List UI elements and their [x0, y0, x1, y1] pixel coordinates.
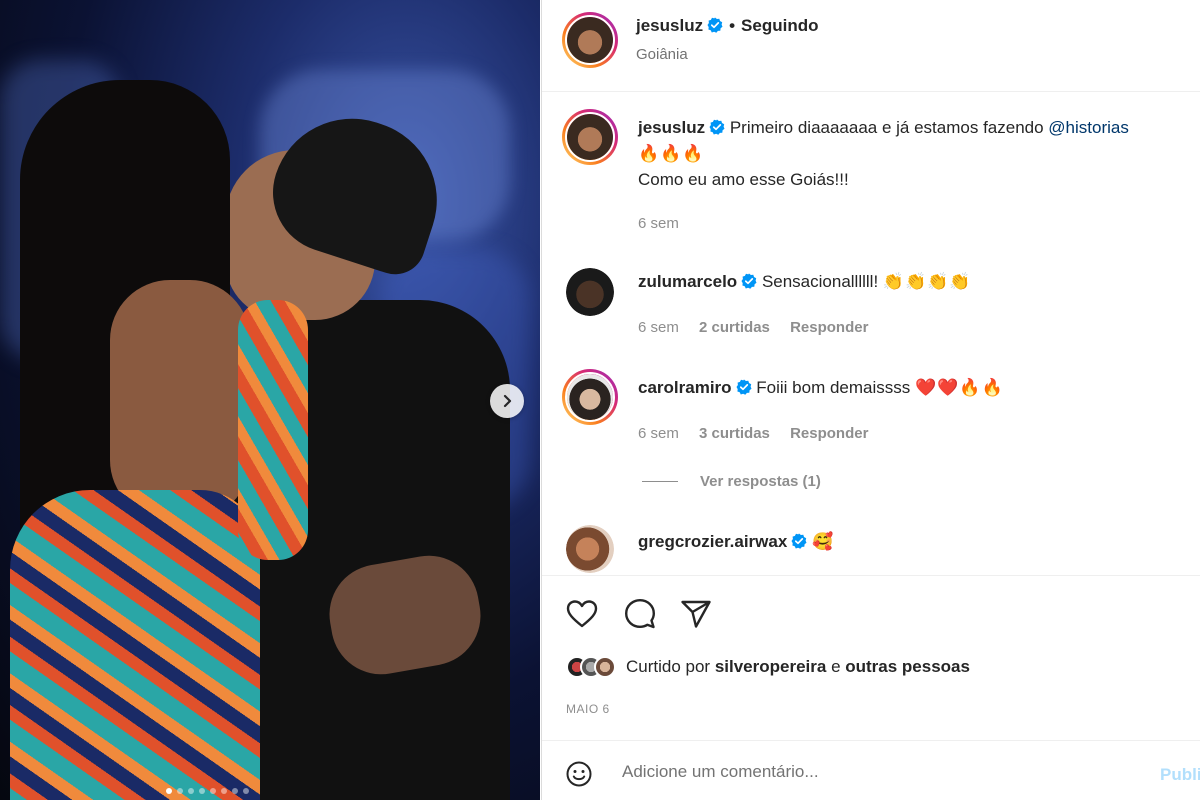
carousel-dot [188, 788, 194, 794]
view-replies-label: Ver respostas (1) [700, 473, 821, 490]
caption-time[interactable]: 6 sem [638, 215, 679, 232]
avatar-image [567, 114, 613, 160]
caption-meta: 6 sem [638, 215, 695, 232]
comment-username[interactable]: zulumarcelo [638, 272, 737, 291]
comment-time[interactable]: 6 sem [638, 425, 679, 442]
liked-by-others[interactable]: outras pessoas [845, 657, 970, 676]
liked-by-summary[interactable]: Curtido por silveropereira e outras pess… [566, 656, 970, 678]
commenter-avatar[interactable] [566, 525, 614, 573]
post-actions: Curtido por silveropereira e outras pess… [542, 575, 1200, 740]
caption-username[interactable]: jesusluz [638, 118, 705, 137]
comment-username[interactable]: carolramiro [638, 378, 732, 397]
share-button[interactable] [678, 596, 714, 632]
author-avatar[interactable] [562, 12, 618, 68]
commenter-avatar[interactable] [562, 369, 618, 425]
verified-badge-icon [736, 379, 752, 395]
post-location[interactable]: Goiânia [636, 46, 688, 63]
caption-line-1: jesusluz Primeiro diaaaaaaa e já estamos… [638, 115, 1129, 141]
comment-input[interactable] [622, 759, 1142, 785]
carousel-next-button[interactable] [490, 384, 524, 418]
comment-meta: 6 sem 3 curtidas Responder [638, 425, 884, 442]
verified-badge-icon [707, 17, 723, 33]
commenter-avatar[interactable] [566, 268, 614, 316]
replies-line [642, 481, 678, 482]
verified-badge-icon [791, 533, 807, 549]
comment-meta: 6 sem 2 curtidas Responder [638, 319, 884, 336]
carousel-dot [177, 788, 183, 794]
post-panel: jesusluz • Seguindo Goiânia jesusluz Prime… [541, 0, 1200, 800]
like-button[interactable] [564, 596, 600, 632]
liked-by-user[interactable]: silveropereira [715, 657, 827, 676]
photo-figure-dress [10, 490, 260, 800]
avatar-image [566, 268, 614, 316]
carousel-dot [243, 788, 249, 794]
avatar-image [567, 17, 613, 63]
comment-likes[interactable]: 3 curtidas [699, 425, 770, 442]
comment-text: Foiii bom demaissss [756, 378, 915, 397]
reply-button[interactable]: Responder [790, 425, 868, 442]
comment-emojis: 👏👏👏👏 [882, 272, 972, 291]
author-username[interactable]: jesusluz [636, 16, 703, 35]
caption-line-2: Como eu amo esse Goiás!!! [638, 170, 849, 189]
photo-figure-woman [110, 280, 250, 520]
comment-likes[interactable]: 2 curtidas [699, 319, 770, 336]
comment-button[interactable] [622, 596, 658, 632]
header-user-line: jesusluz • Seguindo [636, 16, 819, 36]
carousel-indicator [166, 788, 249, 794]
photo-figure-sleeve [238, 300, 308, 560]
header-separator: • [729, 16, 736, 35]
emoji-picker-button[interactable] [566, 761, 592, 792]
carousel-dot [210, 788, 216, 794]
caption-text: Primeiro diaaaaaaa e já estamos fazendo [729, 118, 1049, 137]
post-photo[interactable] [0, 0, 540, 800]
avatar-image [566, 525, 614, 573]
reply-button[interactable]: Responder [790, 319, 868, 336]
comment-text-line: carolramiro Foiii bom demaissss ❤️❤️🔥🔥 [638, 375, 1004, 401]
carousel-dot [199, 788, 205, 794]
carousel-dot [232, 788, 238, 794]
liked-by-middle: e [826, 657, 846, 676]
carousel-dot [221, 788, 227, 794]
verified-badge-icon [709, 119, 725, 135]
comment-bubble-icon [625, 599, 655, 629]
post-date[interactable]: MAIO 6 [566, 702, 610, 716]
caption-mention-link[interactable]: @historias [1048, 118, 1129, 137]
paper-plane-icon [681, 600, 711, 628]
add-comment-bar: Publicar [542, 740, 1200, 800]
comment-text-line: zulumarcelo Sensacionallllll! 👏👏👏👏 [638, 269, 972, 295]
following-button[interactable]: Seguindo [741, 16, 818, 35]
smiley-icon [566, 761, 592, 787]
chevron-right-icon [503, 394, 512, 408]
comment-text: Sensacionallllll! [761, 272, 883, 291]
comment-text-line: gregcrozier.airwax 🥰 [638, 529, 834, 555]
comment-emojis: ❤️❤️🔥🔥 [915, 378, 1004, 397]
caption-emojis: 🔥🔥🔥 [638, 144, 705, 163]
verified-badge-icon [741, 273, 757, 289]
publish-button[interactable]: Publicar [1160, 765, 1200, 785]
comment-username[interactable]: gregcrozier.airwax [638, 532, 787, 551]
post-header: jesusluz • Seguindo Goiânia [542, 0, 1200, 92]
avatar-image [567, 374, 613, 420]
comment-emojis: 🥰 [812, 532, 835, 551]
comment-time[interactable]: 6 sem [638, 319, 679, 336]
carousel-dot [166, 788, 172, 794]
heart-icon [566, 600, 598, 628]
caption-author-avatar[interactable] [562, 109, 618, 165]
liked-by-prefix: Curtido por [626, 657, 715, 676]
liker-avatar [594, 656, 616, 678]
liked-by-text: Curtido por silveropereira e outras pess… [626, 657, 970, 677]
view-replies-button[interactable]: Ver respostas (1) [642, 473, 821, 490]
comments-list[interactable]: jesusluz Primeiro diaaaaaaa e já estamos… [542, 93, 1200, 575]
